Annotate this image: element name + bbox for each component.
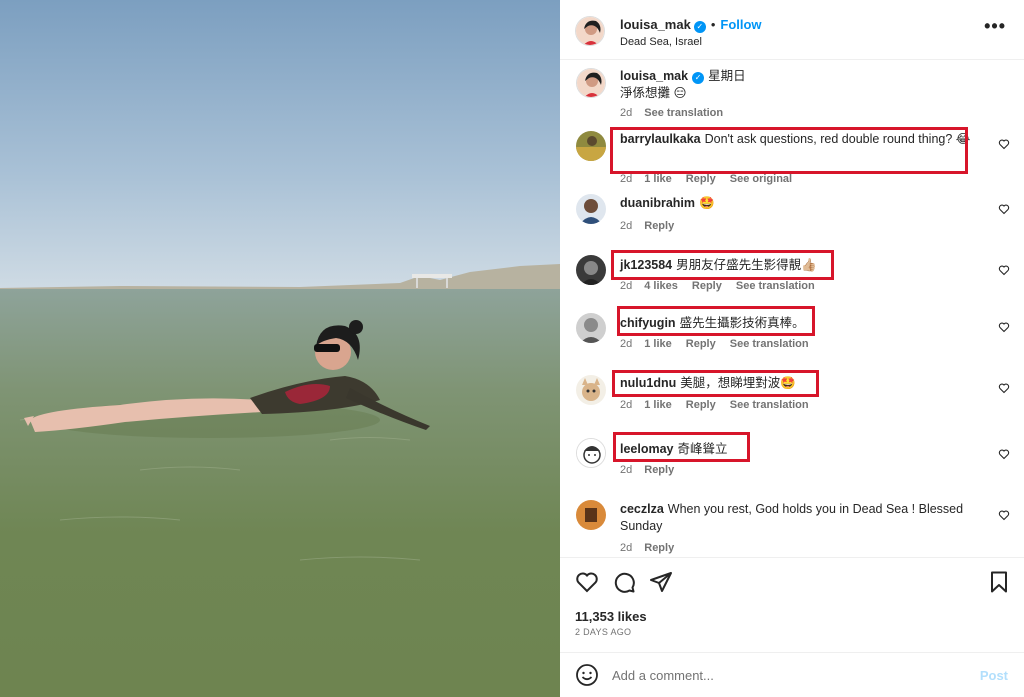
reply-button[interactable]: Reply	[692, 280, 722, 292]
comment-time: 2d	[620, 280, 633, 292]
caption-day: 星期日	[708, 69, 746, 83]
heart-icon[interactable]	[998, 321, 1010, 333]
comment-username[interactable]: ceczlza	[620, 502, 664, 516]
comment-username[interactable]: duanibrahim	[620, 196, 695, 210]
comments-list[interactable]: louisa_mak ✓ 星期日 淨係想攤 😑 2d See translation …	[560, 60, 1024, 557]
emoji-icon[interactable]	[575, 663, 599, 687]
commenter-avatar[interactable]	[576, 438, 606, 468]
highlight-box	[611, 250, 834, 280]
reply-button[interactable]: Reply	[686, 173, 716, 185]
comment-time: 2d	[620, 173, 633, 185]
comment-likes[interactable]: 1 like	[644, 338, 672, 350]
post-comment-button[interactable]: Post	[980, 668, 1008, 683]
caption-avatar[interactable]	[576, 68, 606, 98]
reply-button[interactable]: Reply	[644, 220, 674, 232]
reply-button[interactable]: Reply	[644, 464, 674, 476]
see-translation-link[interactable]: See translation	[736, 280, 815, 292]
author-avatar[interactable]	[575, 16, 605, 46]
post-time[interactable]: 2 DAYS AGO	[575, 627, 631, 637]
heart-icon[interactable]	[998, 382, 1010, 394]
heart-icon[interactable]	[998, 203, 1010, 215]
highlight-box	[610, 127, 968, 174]
post-actions-bar	[560, 558, 1024, 608]
comment-time: 2d	[620, 464, 633, 476]
separator-dot: •	[710, 17, 716, 32]
reply-button[interactable]: Reply	[644, 542, 674, 554]
commenter-avatar[interactable]	[576, 500, 606, 530]
heart-icon[interactable]	[998, 138, 1010, 150]
highlight-box	[613, 432, 750, 462]
commenter-avatar[interactable]	[576, 194, 606, 224]
follow-button[interactable]: Follow	[720, 17, 761, 32]
caption-translate-link[interactable]: See translation	[644, 107, 723, 119]
verified-badge-icon: ✓	[693, 21, 706, 33]
likes-count[interactable]: 11,353 likes	[575, 609, 647, 624]
highlight-box	[617, 306, 815, 336]
reply-button[interactable]: Reply	[686, 399, 716, 411]
comment-item: ceczlza When you rest, God holds you in D…	[560, 500, 1024, 557]
commenter-avatar[interactable]	[576, 255, 606, 285]
more-horizontal-icon[interactable]: •••	[984, 16, 1006, 37]
comment-likes[interactable]: 4 likes	[644, 280, 678, 292]
post-caption: louisa_mak ✓ 星期日 淨係想攤 😑 2d See translation	[560, 68, 1024, 128]
see-original-link[interactable]: See original	[730, 173, 792, 185]
verified-badge-icon: ✓	[692, 72, 705, 84]
heart-icon[interactable]	[998, 448, 1010, 460]
commenter-avatar[interactable]	[576, 131, 606, 161]
post-side-panel: louisa_mak ✓ • Follow Dead Sea, Israel ••• …	[560, 0, 1024, 697]
heart-icon[interactable]	[998, 509, 1010, 521]
comment-icon[interactable]	[612, 570, 636, 594]
bookmark-icon[interactable]	[987, 570, 1011, 594]
comment-time: 2d	[620, 338, 633, 350]
comment-time: 2d	[620, 542, 633, 554]
comment-input[interactable]	[612, 663, 952, 687]
caption-time: 2d	[620, 107, 633, 119]
highlight-box	[612, 370, 819, 397]
send-icon[interactable]	[649, 570, 673, 594]
commenter-avatar[interactable]	[576, 375, 606, 405]
post-location[interactable]: Dead Sea, Israel	[620, 36, 702, 48]
comment-time: 2d	[620, 220, 633, 232]
comment-item: duanibrahim 🤩 2d Reply	[560, 194, 1024, 244]
caption-username[interactable]: louisa_mak	[620, 69, 688, 83]
comment-likes[interactable]: 1 like	[644, 173, 672, 185]
comment-text: 🤩	[699, 196, 715, 210]
comment-text: When you rest, God holds you in Dead Sea…	[620, 502, 964, 533]
heart-icon[interactable]	[998, 264, 1010, 276]
author-username[interactable]: louisa_mak	[620, 17, 691, 32]
post-photo	[0, 0, 560, 697]
see-translation-link[interactable]: See translation	[730, 399, 809, 411]
caption-text: 淨係想攤 😑	[620, 86, 687, 100]
comment-likes[interactable]: 1 like	[644, 399, 672, 411]
see-translation-link[interactable]: See translation	[730, 338, 809, 350]
add-comment-bar: Post	[560, 653, 1024, 697]
reply-button[interactable]: Reply	[686, 338, 716, 350]
comment-time: 2d	[620, 399, 633, 411]
post-header: louisa_mak ✓ • Follow Dead Sea, Israel •••	[560, 0, 1024, 60]
commenter-avatar[interactable]	[576, 313, 606, 343]
heart-icon[interactable]	[575, 570, 599, 594]
